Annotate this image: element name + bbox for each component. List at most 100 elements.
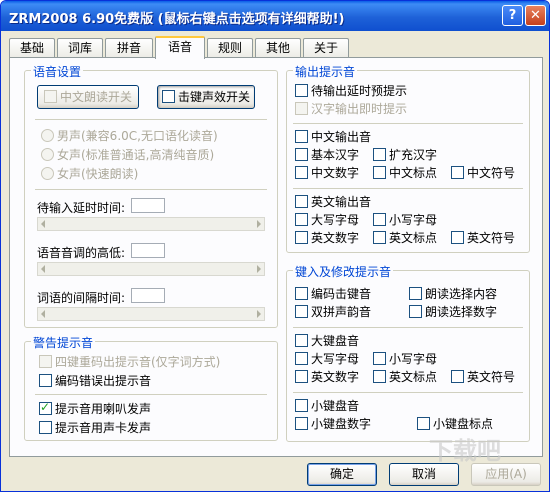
checkbox[interactable]: [295, 399, 308, 412]
checkbox-label: 英文符号: [467, 370, 516, 384]
read-chinese-toggle[interactable]: 中文朗读开关: [37, 85, 139, 109]
chinese-immediate-prompt[interactable]: 汉字输出即时提示: [295, 102, 407, 118]
chinese-output-sound[interactable]: 中文输出音: [295, 130, 371, 146]
speaker-sound-option[interactable]: 提示音用喇叭发声: [39, 400, 152, 418]
checkbox[interactable]: [373, 166, 386, 179]
chinese-symbols[interactable]: 中文符号: [451, 166, 515, 182]
output-lowercase[interactable]: 小写字母: [373, 213, 437, 229]
checkbox[interactable]: [295, 287, 308, 300]
tab-lexicon[interactable]: 词库: [57, 38, 103, 58]
output-english-symbols[interactable]: 英文符号: [451, 231, 515, 247]
radio-icon[interactable]: [41, 148, 54, 161]
voice-option-male[interactable]: 男声(兼容6.0C,无口语化读音): [41, 129, 218, 145]
checkbox[interactable]: [451, 231, 464, 244]
checkbox[interactable]: [295, 334, 308, 347]
checkbox[interactable]: [295, 102, 308, 115]
checkbox[interactable]: [373, 231, 386, 244]
checkbox[interactable]: [417, 417, 430, 430]
checkbox[interactable]: [409, 305, 422, 318]
checkbox[interactable]: [451, 370, 464, 383]
checkbox[interactable]: [295, 148, 308, 161]
checkbox[interactable]: [409, 287, 422, 300]
checkbox-label: 提示音用喇叭发声: [55, 402, 152, 416]
tab-pinyin[interactable]: 拼音: [105, 38, 153, 58]
extended-hanzi[interactable]: 扩充汉字: [373, 148, 437, 164]
code-keystroke-sound[interactable]: 编码击键音: [295, 287, 371, 303]
key-english-punct[interactable]: 英文标点: [373, 370, 437, 386]
ok-button[interactable]: 确定: [307, 463, 377, 486]
keystroke-sound-toggle[interactable]: 击键声效开关: [157, 85, 255, 109]
checkbox-label: 小键盘音: [311, 399, 360, 413]
checkbox[interactable]: [295, 84, 308, 97]
close-button[interactable]: ✕: [525, 5, 546, 26]
voice-option-female-fast[interactable]: 女声(快速朗读): [41, 167, 138, 183]
numpad-sound[interactable]: 小键盘音: [295, 399, 359, 415]
checkbox[interactable]: [295, 305, 308, 318]
checkbox[interactable]: [39, 374, 52, 387]
tab-basic[interactable]: 基础: [9, 38, 55, 58]
checkbox[interactable]: [373, 148, 386, 161]
apply-button[interactable]: 应用(A): [471, 463, 541, 486]
chinese-punct[interactable]: 中文标点: [373, 166, 437, 182]
tab-voice[interactable]: 语音: [155, 36, 205, 59]
pending-delay-prompt[interactable]: 待输出延时预提示: [295, 84, 407, 100]
checkbox-label: 英文数字: [311, 231, 360, 245]
read-selection-digits[interactable]: 朗读选择数字: [409, 305, 497, 321]
checkbox[interactable]: [39, 421, 52, 434]
checkbox[interactable]: [373, 213, 386, 226]
key-english-symbols[interactable]: 英文符号: [451, 370, 515, 386]
checkbox[interactable]: [373, 370, 386, 383]
checkbox[interactable]: [295, 213, 308, 226]
radio-icon[interactable]: [41, 129, 54, 142]
output-english-digits[interactable]: 英文数字: [295, 231, 359, 247]
word-gap-slider[interactable]: [37, 307, 265, 321]
english-output-sound[interactable]: 英文输出音: [295, 195, 371, 211]
keystroke-sound-checkbox[interactable]: [161, 90, 175, 103]
radio-icon[interactable]: [41, 167, 54, 180]
divider: [35, 189, 267, 190]
checkbox[interactable]: [295, 166, 308, 179]
pitch-value[interactable]: [131, 243, 165, 258]
soundcard-sound-option[interactable]: 提示音用声卡发声: [39, 421, 151, 437]
checkbox[interactable]: [39, 400, 52, 415]
keystroke-sound-label: 击键声效开关: [177, 90, 250, 104]
input-delay-value[interactable]: [131, 198, 165, 213]
key-lowercase[interactable]: 小写字母: [373, 352, 437, 368]
four-key-dup-prompt[interactable]: 四键重码出提示音(仅字词方式): [39, 355, 220, 371]
key-uppercase[interactable]: 大写字母: [295, 352, 359, 368]
checkbox[interactable]: [295, 352, 308, 365]
pitch-slider[interactable]: [37, 262, 265, 276]
checkbox-label: 英文标点: [389, 231, 438, 245]
cancel-button[interactable]: 取消: [389, 463, 459, 486]
tab-other[interactable]: 其他: [255, 38, 301, 58]
chinese-digits[interactable]: 中文数字: [295, 166, 359, 182]
basic-hanzi[interactable]: 基本汉字: [295, 148, 359, 164]
read-chinese-checkbox[interactable]: [43, 90, 57, 103]
tab-rules[interactable]: 规则: [207, 38, 253, 58]
divider: [35, 394, 267, 395]
numpad-digits[interactable]: 小键盘数字: [295, 417, 371, 433]
divider: [293, 327, 523, 328]
help-button[interactable]: ?: [502, 5, 523, 26]
main-keyboard-sound[interactable]: 大键盘音: [295, 334, 359, 350]
checkbox[interactable]: [295, 231, 308, 244]
checkbox[interactable]: [295, 195, 308, 208]
checkbox[interactable]: [295, 417, 308, 430]
key-english-digits[interactable]: 英文数字: [295, 370, 359, 386]
code-error-prompt[interactable]: 编码错误出提示音: [39, 374, 151, 390]
checkbox-label: 编码错误出提示音: [55, 374, 152, 388]
output-english-punct[interactable]: 英文标点: [373, 231, 437, 247]
voice-option-female-standard[interactable]: 女声(标准普通话,高清纯音质): [41, 148, 214, 164]
output-uppercase[interactable]: 大写字母: [295, 213, 359, 229]
checkbox[interactable]: [295, 130, 308, 143]
read-selection[interactable]: 朗读选择内容: [409, 287, 497, 303]
double-pinyin-sound[interactable]: 双拼声韵音: [295, 305, 371, 321]
input-delay-slider[interactable]: [37, 217, 265, 231]
tab-about[interactable]: 关于: [303, 38, 349, 58]
word-gap-value[interactable]: [131, 288, 165, 303]
checkbox[interactable]: [295, 370, 308, 383]
checkbox[interactable]: [39, 355, 52, 368]
checkbox[interactable]: [373, 352, 386, 365]
title-bar[interactable]: ZRM2008 6.90免费版 (鼠标右键点击选项有详细帮助!) ? ✕: [1, 1, 549, 31]
checkbox[interactable]: [451, 166, 464, 179]
